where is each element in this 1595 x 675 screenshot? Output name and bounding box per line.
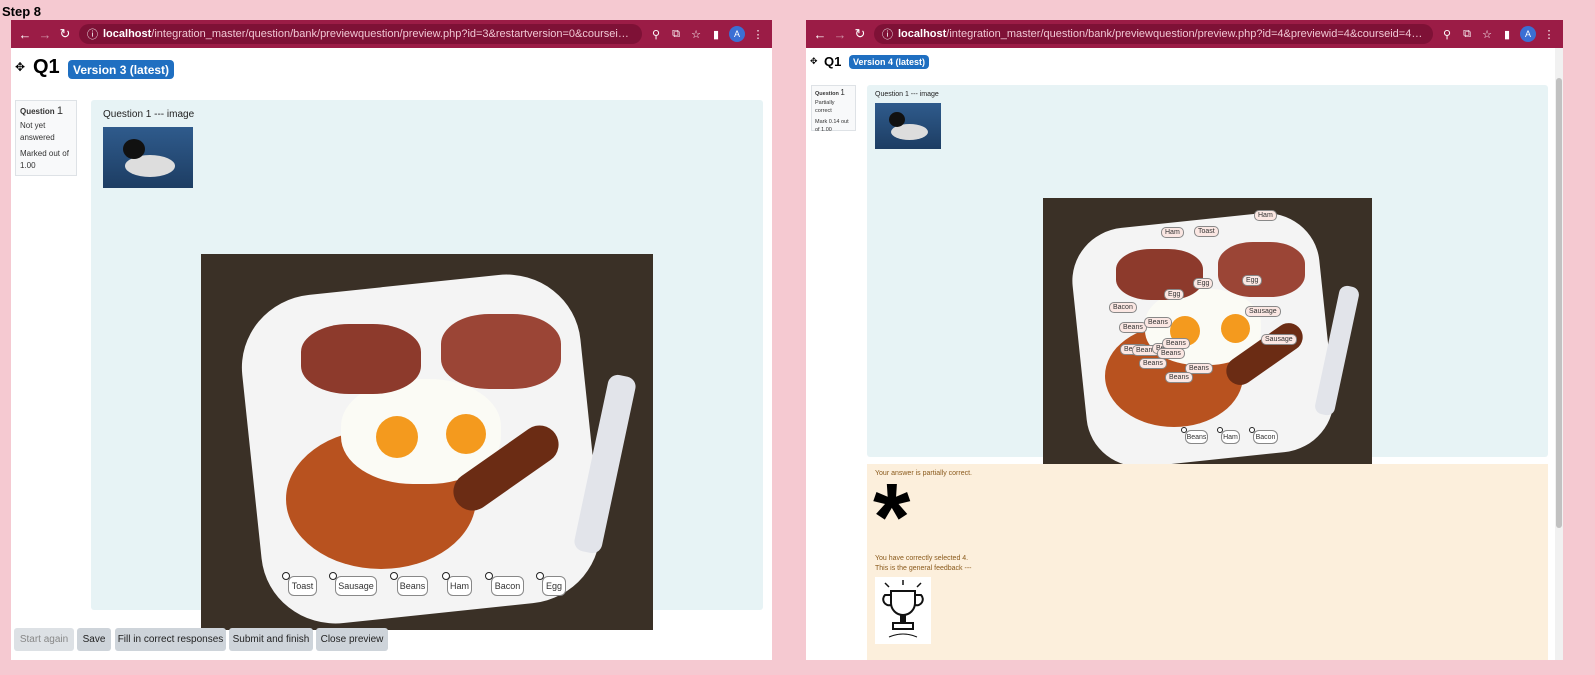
browser-toolbar: ← → ↻ ⓘ localhost /integration_master/qu… bbox=[806, 20, 1563, 48]
placed-item[interactable]: Ham bbox=[1161, 227, 1184, 238]
question-text: Question 1 --- image bbox=[875, 91, 939, 98]
drag-item[interactable]: Ham bbox=[1221, 430, 1240, 444]
selected-feedback-text: You have correctly selected 4. bbox=[875, 555, 969, 562]
placed-item[interactable]: Toast bbox=[1194, 226, 1219, 237]
placed-item[interactable]: Bacon bbox=[1109, 302, 1137, 313]
info-number: 1 bbox=[840, 88, 845, 97]
placed-item[interactable]: Sausage bbox=[1261, 334, 1297, 345]
info-number: 1 bbox=[56, 105, 64, 117]
drag-handle-icon[interactable] bbox=[536, 572, 544, 580]
placed-item[interactable]: Beans bbox=[1165, 372, 1193, 383]
url-host: localhost bbox=[898, 28, 947, 40]
feedback-panel: Your answer is partially correct. * You … bbox=[867, 464, 1548, 660]
share-icon[interactable]: ⧉ bbox=[666, 28, 686, 41]
duck-image bbox=[875, 103, 941, 149]
drag-item[interactable]: Toast bbox=[288, 576, 317, 596]
drag-handle-icon[interactable] bbox=[390, 572, 398, 580]
info-icon: ⓘ bbox=[882, 29, 893, 41]
info-mark: Marked out of 1.00 bbox=[20, 149, 69, 170]
share-icon[interactable]: ⧉ bbox=[1457, 28, 1477, 41]
drag-handle-icon[interactable] bbox=[442, 572, 450, 580]
info-mark: Mark 0.14 out of 1.00 bbox=[815, 119, 849, 133]
step-label: Step 8 bbox=[2, 4, 42, 19]
star-icon[interactable]: ☆ bbox=[686, 28, 706, 41]
placed-item[interactable]: Ham bbox=[1254, 210, 1277, 221]
url-path: /integration_master/question/bank/previe… bbox=[151, 28, 634, 40]
drag-handle-icon[interactable] bbox=[282, 572, 290, 580]
avatar[interactable]: A bbox=[729, 26, 745, 42]
sidepanel-icon[interactable]: ▮ bbox=[706, 28, 726, 41]
drag-item[interactable]: Ham bbox=[447, 576, 472, 596]
address-bar[interactable]: ⓘ localhost /integration_master/question… bbox=[79, 24, 642, 44]
breakfast-background-image bbox=[1043, 198, 1372, 471]
drag-item[interactable]: Egg bbox=[542, 576, 566, 596]
scrollbar[interactable] bbox=[1555, 48, 1563, 660]
close-preview-button[interactable]: Close preview bbox=[316, 628, 388, 651]
star-icon[interactable]: ☆ bbox=[1477, 28, 1497, 41]
submit-finish-button[interactable]: Submit and finish bbox=[229, 628, 313, 651]
breakfast-background-image bbox=[201, 254, 653, 630]
drag-item[interactable]: Beans bbox=[1185, 430, 1208, 444]
placed-item[interactable]: Egg bbox=[1164, 289, 1185, 300]
drag-handle-icon[interactable] bbox=[329, 572, 337, 580]
question-info-box: Question 1 Partially correct Mark 0.14 o… bbox=[811, 85, 856, 133]
trophy-image bbox=[875, 577, 931, 644]
info-state: Not yet answered bbox=[20, 121, 55, 142]
drag-item[interactable]: Sausage bbox=[335, 576, 377, 596]
question-text: Question 1 --- image bbox=[103, 109, 195, 120]
reload-icon[interactable]: ↻ bbox=[55, 26, 75, 42]
zoom-icon[interactable]: ⚲ bbox=[646, 28, 666, 41]
reload-icon[interactable]: ↻ bbox=[850, 26, 870, 42]
avatar[interactable]: A bbox=[1520, 26, 1536, 42]
forward-icon[interactable]: → bbox=[35, 27, 55, 42]
duck-image bbox=[103, 127, 193, 188]
asterisk-image: * bbox=[873, 464, 911, 571]
general-feedback-text: This is the general feedback --- bbox=[875, 565, 972, 572]
save-button[interactable]: Save bbox=[77, 628, 111, 651]
info-title: Question bbox=[815, 91, 839, 97]
question-label: Q1 bbox=[33, 56, 60, 78]
question-formulation: Question 1 --- image Toast Sausage Beans… bbox=[91, 100, 763, 630]
question-info-box: Question 1 Not yet answered Marked out o… bbox=[15, 100, 77, 176]
drag-item[interactable]: Beans bbox=[397, 576, 428, 596]
question-formulation: Question 1 --- image Ham Toast Ham Egg E… bbox=[867, 85, 1548, 471]
menu-icon[interactable]: ⋮ bbox=[1539, 28, 1559, 41]
drag-item[interactable]: Bacon bbox=[1253, 430, 1278, 444]
placed-item[interactable]: Sausage bbox=[1245, 306, 1281, 317]
version-badge: Version 4 (latest) bbox=[849, 55, 930, 69]
drag-handle-icon[interactable] bbox=[1249, 427, 1255, 433]
left-browser-window: ← → ↻ ⓘ localhost /integration_master/qu… bbox=[11, 20, 772, 660]
drag-item[interactable]: Bacon bbox=[491, 576, 524, 596]
forward-icon[interactable]: → bbox=[830, 27, 850, 42]
sidepanel-icon[interactable]: ▮ bbox=[1497, 28, 1517, 41]
url-host: localhost bbox=[103, 28, 152, 40]
drag-handle-icon[interactable] bbox=[1217, 427, 1223, 433]
zoom-icon[interactable]: ⚲ bbox=[1437, 28, 1457, 41]
address-bar[interactable]: ⓘ localhost /integration_master/question… bbox=[874, 24, 1433, 44]
drag-handle-icon[interactable] bbox=[1181, 427, 1187, 433]
start-again-button[interactable]: Start again bbox=[14, 628, 74, 651]
info-title: Question bbox=[20, 107, 55, 116]
drag-handle-icon[interactable] bbox=[485, 572, 493, 580]
placed-item[interactable]: Beans bbox=[1144, 317, 1172, 328]
question-label: Q1 bbox=[824, 54, 842, 69]
browser-toolbar: ← → ↻ ⓘ localhost /integration_master/qu… bbox=[11, 20, 772, 48]
placed-item[interactable]: Beans bbox=[1119, 322, 1147, 333]
move-icon[interactable]: ✥ bbox=[15, 60, 25, 74]
version-badge: Version 3 (latest) bbox=[68, 60, 175, 79]
info-icon: ⓘ bbox=[87, 29, 98, 41]
placed-item[interactable]: Egg bbox=[1193, 278, 1214, 289]
move-icon[interactable]: ✥ bbox=[810, 56, 818, 67]
placed-item[interactable]: Egg bbox=[1242, 275, 1263, 286]
placed-item[interactable]: Beans bbox=[1139, 358, 1167, 369]
url-path: /integration_master/question/bank/previe… bbox=[946, 28, 1425, 40]
menu-icon[interactable]: ⋮ bbox=[748, 28, 768, 41]
back-icon[interactable]: ← bbox=[15, 27, 35, 42]
right-browser-window: ← → ↻ ⓘ localhost /integration_master/qu… bbox=[806, 20, 1563, 660]
back-icon[interactable]: ← bbox=[810, 27, 830, 42]
fill-correct-button[interactable]: Fill in correct responses bbox=[115, 628, 226, 651]
info-state: Partially correct bbox=[815, 100, 835, 114]
